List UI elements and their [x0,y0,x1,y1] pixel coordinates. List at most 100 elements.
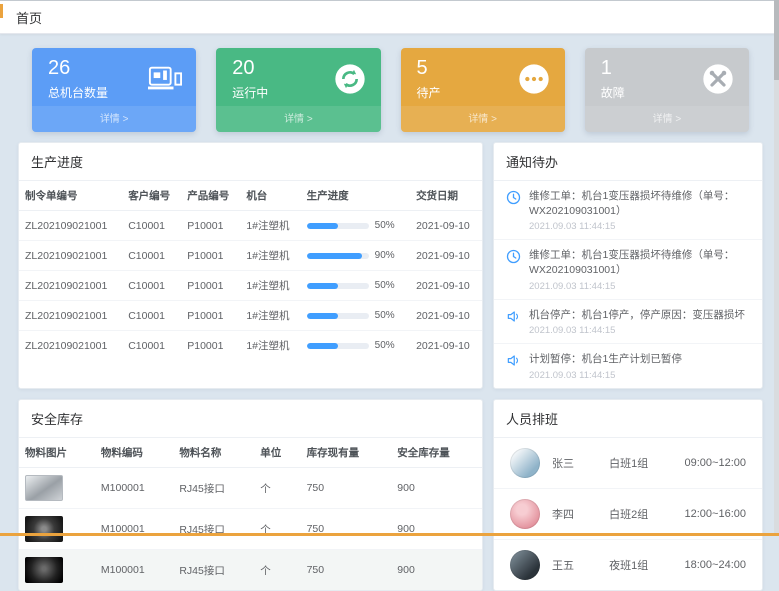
avatar [510,550,540,580]
cell-machine: 1#注塑机 [240,331,300,361]
stat-value: 20 [232,57,268,79]
cell-stock: 750 [301,509,392,550]
stat-value: 5 [417,57,441,79]
cell-product: P10001 [181,241,240,271]
column-header: 交货日期 [410,181,482,211]
staff-time: 09:00~12:00 [685,457,746,469]
detail-link[interactable]: 详情 > [585,106,749,132]
detail-link[interactable]: 详情 > [32,106,196,132]
material-image [25,475,63,501]
cell-unit: 个 [254,509,300,550]
progress-bar [307,223,369,229]
cell-product: P10001 [181,301,240,331]
panel-title: 生产进度 [19,143,482,181]
avatar [510,499,540,529]
cell-image [19,509,95,550]
stat-card-running[interactable]: 20 运行中 详情 > [216,48,380,132]
column-header: 物料编码 [95,438,173,468]
notification-time: 2021.09.03 11:44:15 [529,370,682,381]
stat-value: 1 [601,57,625,79]
panels-grid: 生产进度 制令单编号 客户编号 产品编号 机台 生产进度 交货日期 ZL2021… [18,142,763,591]
staff-shift: 夜班1组 [609,557,672,573]
stat-card-waiting[interactable]: 5 待产 详情 > [401,48,565,132]
cell-image [19,468,95,509]
table-row: M100001 RJ45接口 个 750 900 [19,550,482,591]
staff-row: 张三 白班1组 09:00~12:00 [494,438,762,489]
table-row: ZL202109021001 C10001 P10001 1#注塑机 50% 2… [19,211,482,241]
dashboard-content: 26 总机台数量 详情 > 20 运行中 详情 > [0,34,779,591]
clock-icon [506,189,521,232]
notification-item[interactable]: 机台停产：机台1停产，停产原因：变压器损坏 2021.09.03 11:44:1… [494,300,762,345]
stat-label: 总机台数量 [48,84,108,101]
scrollbar-thumb[interactable] [774,0,779,80]
column-header: 制令单编号 [19,181,122,211]
stat-card-total-machines[interactable]: 26 总机台数量 详情 > [32,48,196,132]
column-header: 客户编号 [122,181,181,211]
notification-item[interactable]: 维修工单：机台1变压器损坏待维修（单号：WX202109031001） 2021… [494,181,762,240]
table-header-row: 物料图片 物料编码 物料名称 单位 库存现有量 安全库存量 [19,438,482,468]
cell-date: 2021-09-10 [410,241,482,271]
detail-link[interactable]: 详情 > [401,106,565,132]
clock-icon [506,248,521,291]
page-header: 首页 [0,0,779,34]
scrollbar[interactable] [774,0,779,533]
cell-order: ZL202109021001 [19,301,122,331]
cell-stock: 750 [301,550,392,591]
cell-name: RJ45接口 [173,550,254,591]
notification-item[interactable]: 维修工单：机台1变压器损坏待维修（单号：WX202109031001） 2021… [494,240,762,299]
detail-link[interactable]: 详情 > [216,106,380,132]
cell-name: RJ45接口 [173,468,254,509]
panel-title: 安全库存 [19,400,482,438]
table-row: ZL202109021001 C10001 P10001 1#注塑机 50% 2… [19,271,482,301]
production-progress-panel: 生产进度 制令单编号 客户编号 产品编号 机台 生产进度 交货日期 ZL2021… [18,142,483,389]
progress-value: 50% [375,220,395,231]
progress-value: 50% [375,280,395,291]
table-row: M100001 RJ45接口 个 750 900 [19,509,482,550]
column-header: 产品编号 [181,181,240,211]
cell-machine: 1#注塑机 [240,241,300,271]
stat-card-body: 20 运行中 [216,48,380,106]
cell-product: P10001 [181,331,240,361]
cell-machine: 1#注塑机 [240,301,300,331]
stat-card-fault[interactable]: 1 故障 详情 > [585,48,749,132]
notifications-panel: 通知待办 维修工单：机台1变压器损坏待维修（单号：WX202109031001）… [493,142,763,389]
cell-progress: 50% [301,331,410,361]
refresh-icon [333,63,367,95]
cell-progress: 50% [301,271,410,301]
column-header: 单位 [254,438,300,468]
staff-name: 王五 [552,557,597,573]
progress-value: 50% [375,340,395,351]
stat-value: 26 [48,57,108,79]
cell-unit: 个 [254,468,300,509]
inventory-table: 物料图片 物料编码 物料名称 单位 库存现有量 安全库存量 M100001 RJ… [19,438,482,590]
cell-date: 2021-09-10 [410,331,482,361]
cell-unit: 个 [254,550,300,591]
column-header: 物料图片 [19,438,95,468]
notification-item[interactable]: 计划暂停：机台1生产计划已暂停 2021.09.03 11:44:15 [494,344,762,388]
staff-name: 李四 [552,506,597,522]
tools-icon [701,63,735,95]
notification-text: 维修工单：机台1变压器损坏待维修（单号：WX202109031001） [529,189,750,218]
panel-title: 人员排班 [494,400,762,438]
cell-stock: 750 [301,468,392,509]
cell-progress: 50% [301,211,410,241]
staff-time: 12:00~16:00 [685,508,746,520]
material-image [25,516,63,542]
material-image [25,557,63,583]
progress-bar [307,313,369,319]
stat-cards-row: 26 总机台数量 详情 > 20 运行中 详情 > [16,42,765,142]
panel-title: 通知待办 [494,143,762,181]
staff-name: 张三 [552,455,597,471]
cell-safety: 900 [391,468,482,509]
progress-bar [307,343,369,349]
column-header: 物料名称 [173,438,254,468]
cell-customer: C10001 [122,211,181,241]
cell-customer: C10001 [122,301,181,331]
notification-text: 机台停产：机台1停产，停产原因：变压器损坏 [529,308,745,323]
cell-date: 2021-09-10 [410,301,482,331]
table-row: M100001 RJ45接口 个 750 900 [19,468,482,509]
column-header: 库存现有量 [301,438,392,468]
staff-schedule-panel: 人员排班 张三 白班1组 09:00~12:00 李四 白班2组 12:00~1… [493,399,763,591]
window-edge-left [0,4,3,18]
progress-value: 50% [375,310,395,321]
